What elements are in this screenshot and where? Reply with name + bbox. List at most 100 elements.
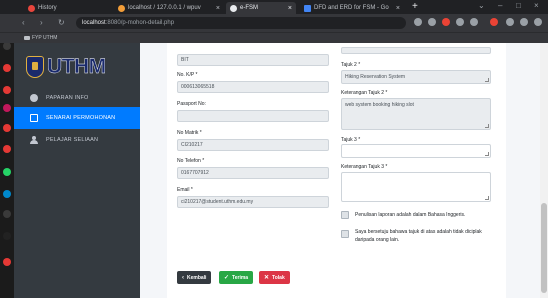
site-icon <box>230 4 237 12</box>
extension-icon[interactable] <box>442 18 450 26</box>
bookmark-folder[interactable]: FYP UTHM <box>24 35 57 41</box>
previous-field-bottom[interactable] <box>341 47 491 54</box>
app-icon[interactable] <box>3 42 11 50</box>
ket2-value: web system booking hiking slot <box>345 102 414 108</box>
originality-label-line2: daripada orang lain. <box>355 237 400 243</box>
app-icon[interactable] <box>3 258 11 266</box>
ket2-label: Keterangan Tajuk 2 * <box>341 90 388 96</box>
english-report-checkbox[interactable] <box>341 211 349 219</box>
bookmarks-bar: FYP UTHM <box>0 32 548 43</box>
user-icon <box>30 136 38 144</box>
reject-button[interactable]: ✕ Tolak <box>259 271 290 284</box>
program-field[interactable]: BIT <box>177 54 329 66</box>
x-icon: ✕ <box>264 275 270 281</box>
noic-label: No. K/P * <box>177 72 198 78</box>
phpmyadmin-icon <box>118 4 125 12</box>
uthm-logo: UTHM <box>26 53 126 81</box>
browser-tab[interactable]: localhost / 127.0.0.1 / wpuv × <box>114 2 224 14</box>
forward-icon[interactable]: › <box>40 18 43 27</box>
tajuk3-field[interactable] <box>341 144 491 158</box>
close-icon[interactable]: × <box>285 5 292 12</box>
app-icon[interactable] <box>3 145 11 153</box>
extension-icon[interactable] <box>470 18 478 26</box>
app-icon[interactable] <box>3 210 11 218</box>
back-button[interactable]: ‹ Kembali <box>177 271 212 284</box>
close-window-icon[interactable]: × <box>534 1 539 10</box>
resize-grip-icon[interactable] <box>485 124 489 128</box>
sidebar-item-label: PELAJAR SELIAAN <box>46 137 99 143</box>
minimize-icon[interactable]: – <box>498 1 502 10</box>
tajuk2-label: Tajuk 2 * <box>341 62 361 68</box>
browser-tab[interactable]: DFD and ERD for FSM - Go × <box>300 2 404 14</box>
page-scrollbar[interactable] <box>540 43 548 298</box>
logo-text: UTHM <box>47 55 107 78</box>
scrollbar-thumb[interactable] <box>541 203 547 293</box>
resize-grip-icon[interactable] <box>485 196 489 200</box>
close-icon[interactable]: × <box>213 5 220 12</box>
notel-field[interactable]: 0167707912 <box>177 167 329 179</box>
back-icon[interactable]: ‹ <box>22 18 25 27</box>
noic-field[interactable]: 000613065518 <box>177 81 329 93</box>
resize-grip-icon[interactable] <box>485 78 489 82</box>
new-tab-button[interactable]: + <box>412 1 418 12</box>
menu-icon[interactable] <box>534 18 542 26</box>
english-report-label: Penulisan laporan adalah dalam Bahasa In… <box>355 212 466 218</box>
sidebar-item-label: SENARAI PERMOHONAN <box>46 115 116 121</box>
browser-tab-strip: History localhost / 127.0.0.1 / wpuv × e… <box>0 0 548 14</box>
app-icon[interactable] <box>3 64 11 72</box>
docs-icon <box>304 4 311 12</box>
email-field[interactable]: ci210217@student.uthm.edu.my <box>177 196 329 208</box>
browser-tab-active[interactable]: e-FSM × <box>226 2 296 14</box>
extension-icon[interactable] <box>490 18 498 26</box>
sidebar-item-label: PAPARAN INFO <box>46 95 89 101</box>
extension-icon[interactable] <box>456 18 464 26</box>
accept-button[interactable]: ✓ Terima <box>219 271 254 284</box>
telegram-icon[interactable] <box>3 190 11 198</box>
sidebar-item-senarai-permohonan[interactable]: SENARAI PERMOHONAN <box>14 107 140 129</box>
accept-button-label: Terima <box>232 274 249 281</box>
sidebar-item-pelajar-seliaan[interactable]: PELAJAR SELIAAN <box>14 129 140 151</box>
tab-title: DFD and ERD for FSM - Go <box>314 5 389 11</box>
originality-label: Saya bersetuju bahawa tajuk di atas adal… <box>355 229 482 235</box>
passport-field[interactable] <box>177 110 329 122</box>
sidebar-item-paparan-info[interactable]: PAPARAN INFO <box>14 87 140 109</box>
nomatrik-label: No Matrik * <box>177 130 202 136</box>
uthm-crest-icon <box>26 56 44 78</box>
nomatrik-field[interactable]: CI210217 <box>177 139 329 151</box>
ket3-label: Keterangan Tajuk 3 * <box>341 164 388 170</box>
address-bar[interactable]: localhost:8080/p-mohon-detail.php <box>76 17 406 29</box>
app-icon[interactable] <box>3 124 11 132</box>
check-icon: ✓ <box>224 275 230 281</box>
extension-icon[interactable] <box>428 18 436 26</box>
close-icon[interactable]: × <box>393 5 400 12</box>
main-content: BIT No. K/P * 000613065518 Passport No: … <box>140 43 548 298</box>
originality-checkbox[interactable] <box>341 230 349 238</box>
os-dock <box>0 0 14 298</box>
tab-title: localhost / 127.0.0.1 / wpuv <box>128 5 201 11</box>
app-icon[interactable] <box>3 86 11 94</box>
application-form-card: BIT No. K/P * 000613065518 Passport No: … <box>167 43 506 298</box>
app-sidebar: UTHM PAPARAN INFO SENARAI PERMOHONAN PEL… <box>14 43 140 298</box>
x-icon[interactable] <box>3 232 11 240</box>
reject-button-label: Tolak <box>272 274 285 281</box>
browser-tab[interactable]: History <box>24 2 100 14</box>
tajuk2-value: Hiking Reservation System <box>345 74 406 80</box>
profile-icon[interactable] <box>520 18 528 26</box>
browser-toolbar: ‹ › ↻ localhost:8080/p-mohon-detail.php <box>0 14 548 32</box>
chevron-left-icon: ‹ <box>182 274 184 281</box>
bookmark-label: FYP UTHM <box>32 35 58 41</box>
app-icon[interactable] <box>3 104 11 112</box>
reload-icon[interactable]: ↻ <box>58 18 65 27</box>
tajuk2-field[interactable]: Hiking Reservation System <box>341 70 491 84</box>
puzzle-icon[interactable] <box>506 18 514 26</box>
maximize-icon[interactable]: □ <box>516 1 521 10</box>
tab-title: History <box>38 5 57 11</box>
extension-icon[interactable] <box>414 18 422 26</box>
search-tabs-icon[interactable]: ⌄ <box>478 1 485 10</box>
notel-label: No Telefon * <box>177 158 205 164</box>
ket2-field[interactable]: web system booking hiking slot <box>341 98 491 130</box>
resize-grip-icon[interactable] <box>485 152 489 156</box>
ket3-field[interactable] <box>341 172 491 202</box>
whatsapp-icon[interactable] <box>3 168 11 176</box>
folder-icon <box>24 36 30 40</box>
